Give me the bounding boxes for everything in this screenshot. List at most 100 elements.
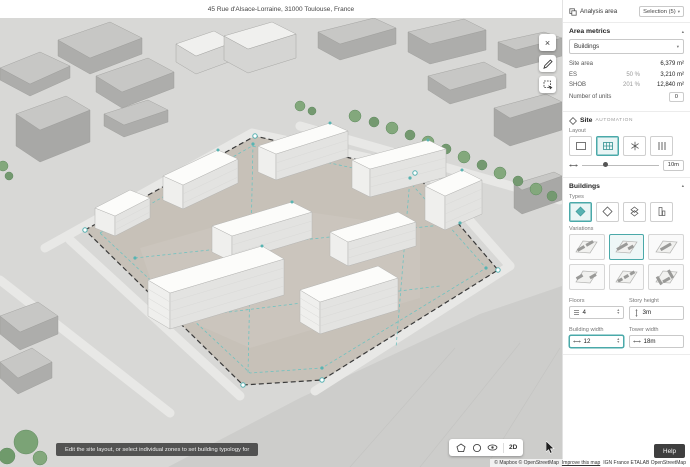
building-width-input[interactable]: 12 ▲ ▼ xyxy=(569,335,624,348)
attribution-text: © Mapbox © OpenStreetMap xyxy=(494,460,559,466)
variation-thumbnail xyxy=(613,238,640,256)
tower-width-label: Tower width xyxy=(629,327,684,333)
rows-icon xyxy=(656,141,668,151)
floors-label: Floors xyxy=(569,298,624,304)
variation-thumbnail xyxy=(613,268,640,286)
vertical-arrows-icon xyxy=(633,309,640,317)
layout-options xyxy=(569,136,684,156)
buildings-title: Buildings xyxy=(569,183,600,190)
mouse-cursor xyxy=(546,441,556,459)
layout-option-perimeter[interactable] xyxy=(569,136,592,156)
variation-option-6[interactable] xyxy=(648,264,684,290)
spacing-value[interactable]: 10m xyxy=(663,160,684,171)
stepper-down-icon[interactable]: ▼ xyxy=(616,312,620,315)
diamond-outline-icon xyxy=(602,206,613,217)
draw-toolbar: 2D xyxy=(449,439,523,456)
area-select-button[interactable] xyxy=(539,76,556,93)
automation-icon xyxy=(569,117,577,125)
stepper-down-icon[interactable]: ▼ xyxy=(616,341,620,344)
floors-input[interactable]: 4 ▲ ▼ xyxy=(569,306,624,319)
horizontal-arrows-icon xyxy=(569,162,578,169)
metric-row-site-area: Site area 6,379 m² xyxy=(569,59,684,69)
selection-dropdown[interactable]: Selection (5) ▾ xyxy=(639,6,684,17)
metric-row-units: Number of units 0 xyxy=(569,90,684,104)
star-icon xyxy=(629,141,641,151)
collapse-icon[interactable]: ▴ xyxy=(682,29,684,35)
horizontal-arrows-icon xyxy=(573,338,581,345)
2d-mode-button[interactable]: 2D xyxy=(509,444,517,451)
site-automation-section: Site AUTOMATION Layout xyxy=(563,112,690,178)
floors-stepper[interactable]: ▲ ▼ xyxy=(616,309,620,314)
variation-thumbnail xyxy=(573,268,600,286)
story-height-label: Story height xyxy=(629,298,684,304)
area-metrics-section: Area metrics ▴ Buildings ▾ Site area 6,3… xyxy=(563,23,690,112)
variation-thumbnail xyxy=(573,238,600,256)
close-icon: × xyxy=(545,38,550,48)
horizontal-arrows-icon xyxy=(633,338,641,345)
hint-toast: Edit the site layout, or select individu… xyxy=(56,443,258,456)
tower-icon xyxy=(656,206,667,217)
map-attribution: © Mapbox © OpenStreetMap Improve this ma… xyxy=(490,459,690,467)
building-width-label: Building width xyxy=(569,327,624,333)
spacing-slider[interactable] xyxy=(582,165,659,166)
area-metrics-title: Area metrics xyxy=(569,28,610,35)
map-3d-scene[interactable] xyxy=(0,18,562,467)
types-label: Types xyxy=(569,194,684,200)
variation-thumbnail xyxy=(653,268,680,286)
story-height-input[interactable]: 3m xyxy=(629,306,684,320)
type-option-block[interactable] xyxy=(569,202,592,222)
right-panel: Analysis area Selection (5) ▾ Area metri… xyxy=(562,0,690,467)
layout-option-grid[interactable] xyxy=(596,136,619,156)
variation-option-2[interactable] xyxy=(609,234,645,260)
automation-tag: AUTOMATION xyxy=(595,118,633,123)
chevron-down-icon: ▾ xyxy=(678,9,680,15)
buildings-section: Buildings ▴ Types xyxy=(563,178,690,355)
layout-option-rows[interactable] xyxy=(650,136,673,156)
metrics-category-dropdown[interactable]: Buildings ▾ xyxy=(569,39,684,54)
draw-tool-button[interactable] xyxy=(539,55,556,72)
close-button[interactable]: × xyxy=(539,34,556,51)
map-viewport[interactable] xyxy=(0,18,562,467)
square-outline-icon xyxy=(575,141,587,151)
type-options xyxy=(569,202,684,222)
chevron-down-icon: ▾ xyxy=(677,44,679,50)
variation-option-5[interactable] xyxy=(609,264,645,290)
variation-thumbnail xyxy=(653,238,680,256)
layout-label: Layout xyxy=(569,128,684,134)
variation-options xyxy=(569,234,684,290)
type-option-stacked[interactable] xyxy=(623,202,646,222)
analysis-area-label: Analysis area xyxy=(580,8,636,15)
tower-width-input[interactable]: 18m xyxy=(629,335,684,348)
help-button[interactable]: Help xyxy=(654,444,685,458)
layout-option-scatter[interactable] xyxy=(623,136,646,156)
shape-tool-button[interactable] xyxy=(471,442,482,453)
grid-icon xyxy=(602,141,614,151)
stacked-layers-icon xyxy=(629,206,640,217)
floors-icon xyxy=(573,309,580,316)
variation-option-4[interactable] xyxy=(569,264,605,290)
viewport-tools: × xyxy=(539,34,556,93)
visibility-button[interactable] xyxy=(487,442,498,453)
metric-row-shob: SHOB 201 % 12,840 m² xyxy=(569,80,684,90)
layers-icon xyxy=(569,8,577,16)
draw-zone-button[interactable] xyxy=(455,442,466,453)
app-window: 45 Rue d'Alsace-Lorraine, 31000 Toulouse… xyxy=(0,0,690,467)
variations-label: Variations xyxy=(569,226,684,232)
variation-option-3[interactable] xyxy=(648,234,684,260)
eye-icon xyxy=(487,443,498,452)
type-option-courtyard[interactable] xyxy=(596,202,619,222)
improve-map-link[interactable]: Improve this map xyxy=(562,460,600,466)
address-bar: 45 Rue d'Alsace-Lorraine, 31000 Toulouse… xyxy=(0,0,562,18)
collapse-icon[interactable]: ▴ xyxy=(682,183,684,189)
circle-icon xyxy=(472,443,482,453)
type-option-tower[interactable] xyxy=(650,202,673,222)
site-title: Site xyxy=(580,117,592,124)
units-value[interactable]: 0 xyxy=(669,92,684,102)
slider-handle[interactable] xyxy=(603,162,608,167)
variation-option-1[interactable] xyxy=(569,234,605,260)
diamond-filled-icon xyxy=(575,206,586,217)
site-address: 45 Rue d'Alsace-Lorraine, 31000 Toulouse… xyxy=(208,6,354,13)
metric-row-es: ES 50 % 3,210 m² xyxy=(569,69,684,79)
pencil-icon xyxy=(543,59,553,69)
building-width-stepper[interactable]: ▲ ▼ xyxy=(616,338,620,343)
